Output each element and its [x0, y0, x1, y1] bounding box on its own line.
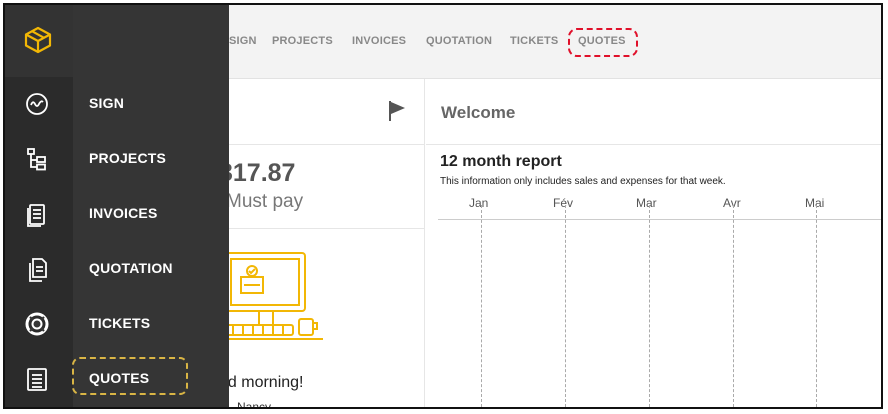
month-label: Fév — [553, 196, 574, 210]
sidebar-menu: SIGN PROJECTS INVOICES QUOTATION TICKETS… — [5, 5, 229, 407]
month-gridline — [816, 205, 817, 407]
topnav-quotes-highlight — [568, 28, 638, 57]
sidebar-item-label: INVOICES — [89, 205, 158, 221]
sidebar-item-label: TICKETS — [89, 315, 151, 331]
report-subtitle: This information only includes sales and… — [440, 176, 726, 187]
user-name: Nancy — [237, 400, 272, 409]
welcome-title: Welcome — [441, 103, 516, 122]
hierarchy-icon — [27, 148, 46, 171]
lifebuoy-icon — [25, 312, 49, 336]
month-label: Jan — [469, 196, 489, 210]
topnav-invoices[interactable]: INVOICES — [352, 35, 406, 47]
sidebar-item-projects[interactable]: PROJECTS — [5, 131, 229, 186]
month-label: Mai — [805, 196, 825, 210]
topnav-tickets[interactable]: TICKETS — [510, 35, 558, 47]
sidebar-quotes-highlight — [72, 357, 188, 395]
sidebar-item-label: SIGN — [89, 95, 125, 111]
welcome-header: Welcome — [426, 79, 881, 145]
month-label: Mar — [636, 196, 657, 210]
sidebar-item-tickets[interactable]: TICKETS — [5, 296, 229, 351]
logo[interactable] — [5, 5, 73, 77]
month-gridline — [565, 205, 566, 407]
greeting-text: od morning! — [219, 374, 304, 391]
flag-icon[interactable] — [387, 99, 407, 123]
month-gridline — [649, 205, 650, 407]
amount-value: 317.87 — [219, 159, 296, 187]
computer-illustration-icon — [219, 252, 323, 340]
activity-circle-icon — [26, 93, 48, 115]
sidebar-item-label: QUOTATION — [89, 260, 173, 276]
report-panel: Welcome 12 month report This information… — [426, 79, 881, 407]
report-title: 12 month report — [440, 153, 562, 170]
topnav-projects[interactable]: PROJECTS — [272, 35, 333, 47]
month-label: Avr — [723, 196, 741, 210]
sidebar-item-label: PROJECTS — [89, 150, 167, 166]
topnav-sign[interactable]: SIGN — [229, 35, 257, 47]
sidebar-item-sign[interactable]: SIGN — [5, 76, 229, 131]
month-gridline — [481, 205, 482, 407]
topnav-quotation[interactable]: QUOTATION — [426, 35, 492, 47]
sidebar-item-quotation[interactable]: QUOTATION — [5, 241, 229, 296]
app-window: SIGN PROJECTS INVOICES QUOTATION TICKETS… — [3, 3, 883, 409]
sidebar-item-invoices[interactable]: INVOICES — [5, 186, 229, 241]
list-document-icon — [27, 368, 47, 391]
document-copy-icon — [29, 258, 47, 282]
amount-caption: Must pay — [226, 191, 304, 212]
cube-logo-icon — [24, 26, 52, 54]
invoice-stack-icon — [27, 204, 45, 227]
month-axis: Jan Fév Mar Avr Mai — [438, 188, 881, 220]
month-gridline — [733, 205, 734, 407]
